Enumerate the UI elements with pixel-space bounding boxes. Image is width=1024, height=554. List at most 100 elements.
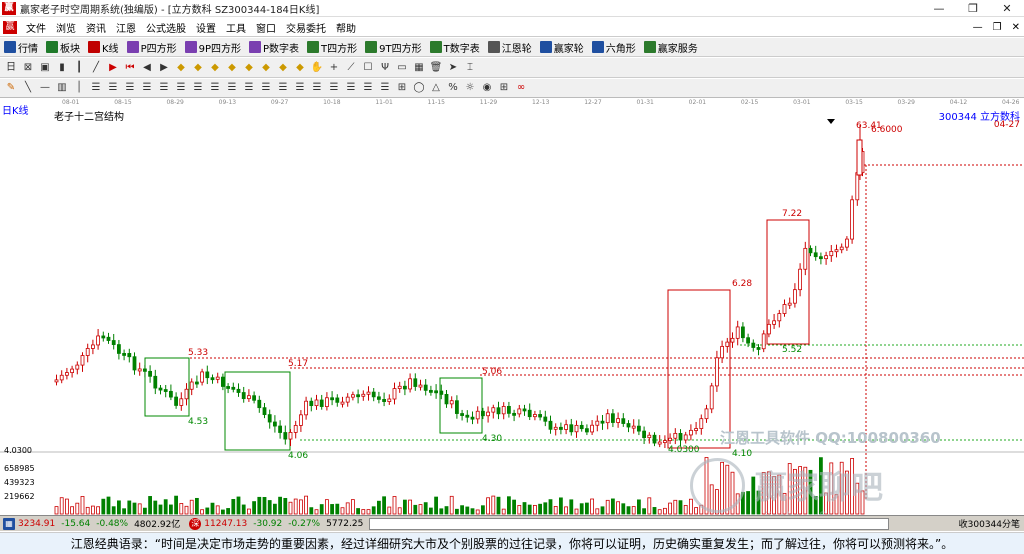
prev-icon[interactable]: ◀	[140, 61, 154, 75]
toolbar-item-3[interactable]: P四方形	[126, 40, 177, 55]
chart-type-icon[interactable]: ▥	[55, 81, 69, 95]
line-icon[interactable]: ╱	[89, 61, 103, 75]
scroll-box[interactable]	[369, 517, 890, 530]
candle-body	[371, 391, 376, 398]
volume-bar	[345, 502, 350, 515]
levels-icon-14[interactable]: ☰	[310, 81, 324, 95]
gann-icon[interactable]: Ψ	[378, 61, 392, 75]
color-icon[interactable]: ▶	[106, 61, 120, 75]
volume-bar	[637, 499, 641, 515]
diamond-icon-8[interactable]: ◆	[293, 61, 307, 75]
diamond-icon-4[interactable]: ◆	[225, 61, 239, 75]
levels-icon-12[interactable]: ☰	[276, 81, 290, 95]
mdi-close-button[interactable]: ✕	[1012, 22, 1020, 33]
grid-icon[interactable]: ⊞	[497, 81, 511, 95]
mdi-restore-button[interactable]: ❐	[993, 22, 1002, 33]
levels-icon-3[interactable]: ☰	[123, 81, 137, 95]
menu-gann[interactable]: 江恩	[111, 20, 141, 35]
candle-body	[293, 425, 298, 433]
menu-help[interactable]: 帮助	[331, 20, 361, 35]
eye-icon[interactable]: ◉	[480, 81, 494, 95]
diamond-icon-7[interactable]: ◆	[276, 61, 290, 75]
close-button[interactable]: ✕	[990, 0, 1024, 17]
menu-window[interactable]: 窗口	[251, 20, 281, 35]
candle-icon[interactable]: ▮	[55, 61, 69, 75]
volume-bar	[449, 495, 454, 515]
first-icon[interactable]: ⏮	[123, 61, 137, 75]
levels-icon-1[interactable]: ☰	[89, 81, 103, 95]
rect-icon[interactable]: ▭	[395, 61, 409, 75]
levels-icon-7[interactable]: ☰	[191, 81, 205, 95]
toolbar-item-12[interactable]: 赢家服务	[643, 40, 698, 55]
period-icon[interactable]: 日	[4, 61, 18, 75]
candle-body	[85, 348, 90, 356]
diamond-icon-6[interactable]: ◆	[259, 61, 273, 75]
levels-icon-6[interactable]: ☰	[174, 81, 188, 95]
diamond-icon-1[interactable]: ◆	[174, 61, 188, 75]
levels-icon-8[interactable]: ☰	[208, 81, 222, 95]
levels-icon-10[interactable]: ☰	[242, 81, 256, 95]
levels-icon-17[interactable]: ☰	[361, 81, 375, 95]
sun-icon[interactable]: ☼	[463, 81, 477, 95]
percent-icon[interactable]: %	[446, 81, 460, 95]
toolbar-item-11[interactable]: 六角形	[591, 40, 636, 55]
volume-bar	[226, 508, 231, 515]
diamond-icon-5[interactable]: ◆	[242, 61, 256, 75]
diamond-icon-3[interactable]: ◆	[208, 61, 222, 75]
levels-icon-2[interactable]: ☰	[106, 81, 120, 95]
menu-trade[interactable]: 交易委托	[281, 20, 331, 35]
toolbar-item-1[interactable]: 板块	[46, 40, 80, 55]
levels-icon-15[interactable]: ☰	[327, 81, 341, 95]
fib-icon[interactable]: ⊞	[395, 81, 409, 95]
zoom-icon[interactable]: ⊠	[21, 61, 35, 75]
levels-icon-13[interactable]: ☰	[293, 81, 307, 95]
maximize-button[interactable]: ❐	[956, 0, 990, 17]
volume-bar	[361, 509, 366, 515]
menu-formula[interactable]: 公式选股	[141, 20, 191, 35]
toolbar-item-5[interactable]: P数字表	[249, 40, 299, 55]
cycle-icon[interactable]: ☐	[361, 61, 375, 75]
infinity-icon[interactable]: ∞	[514, 81, 528, 95]
toolbar-item-10[interactable]: 赢家轮	[539, 40, 584, 55]
bar-icon[interactable]: ┃	[72, 61, 86, 75]
levels-icon-18[interactable]: ☰	[378, 81, 392, 95]
candle-body	[454, 400, 459, 414]
toolbar-item-9[interactable]: 江恩轮	[487, 40, 532, 55]
diamond-icon-2[interactable]: ◆	[191, 61, 205, 75]
menu-news[interactable]: 资讯	[81, 20, 111, 35]
kline-chart[interactable]: 5.334.535.174.065.064.306.285.527.2263.4…	[0, 98, 1024, 515]
trash-icon[interactable]: 🗑	[429, 61, 443, 75]
tri-icon[interactable]: △	[429, 81, 443, 95]
toolbar-item-2[interactable]: K线	[88, 40, 119, 55]
toolbar-item-6[interactable]: T四方形	[307, 40, 357, 55]
calc-icon[interactable]: ▣	[38, 61, 52, 75]
mdi-minimize-button[interactable]: —	[973, 22, 983, 33]
toolbar-item-8[interactable]: T数字表	[429, 40, 480, 55]
menu-settings[interactable]: 设置	[191, 20, 221, 35]
ruler-icon[interactable]: ⌶	[463, 61, 477, 75]
hand-icon[interactable]: ✋	[310, 61, 324, 75]
minimize-button[interactable]: —	[922, 0, 956, 17]
menu-file[interactable]: 文件	[21, 20, 51, 35]
hline-icon[interactable]: —	[38, 81, 52, 95]
levels-icon-9[interactable]: ☰	[225, 81, 239, 95]
fan-icon[interactable]: ⟋	[344, 61, 358, 75]
levels-icon-4[interactable]: ☰	[140, 81, 154, 95]
menu-tools[interactable]: 工具	[221, 20, 251, 35]
pencil-icon[interactable]: ✎	[4, 81, 18, 95]
menu-browse[interactable]: 浏览	[51, 20, 81, 35]
arrow-icon[interactable]: ➤	[446, 61, 460, 75]
toolbar-item-0[interactable]: 行情	[4, 40, 38, 55]
data-icon[interactable]: ▦	[412, 61, 426, 75]
levels-icon-11[interactable]: ☰	[259, 81, 273, 95]
crosshair-icon[interactable]: +	[327, 61, 341, 75]
diag-icon[interactable]: ╲	[21, 81, 35, 95]
next-icon[interactable]: ▶	[157, 61, 171, 75]
vline-icon[interactable]: │	[72, 81, 86, 95]
toolbar-item-4[interactable]: 9P四方形	[184, 40, 241, 55]
main-toolbar: 行情 板块 K线 P四方形 9P四方形 P数字表 T四方形 9T四方形 T数字表 江恩轮 赢家轮 六角…	[0, 38, 1024, 57]
ellipse-icon[interactable]: ◯	[412, 81, 426, 95]
levels-icon-16[interactable]: ☰	[344, 81, 358, 95]
toolbar-item-7[interactable]: 9T四方形	[365, 40, 422, 55]
levels-icon-5[interactable]: ☰	[157, 81, 171, 95]
